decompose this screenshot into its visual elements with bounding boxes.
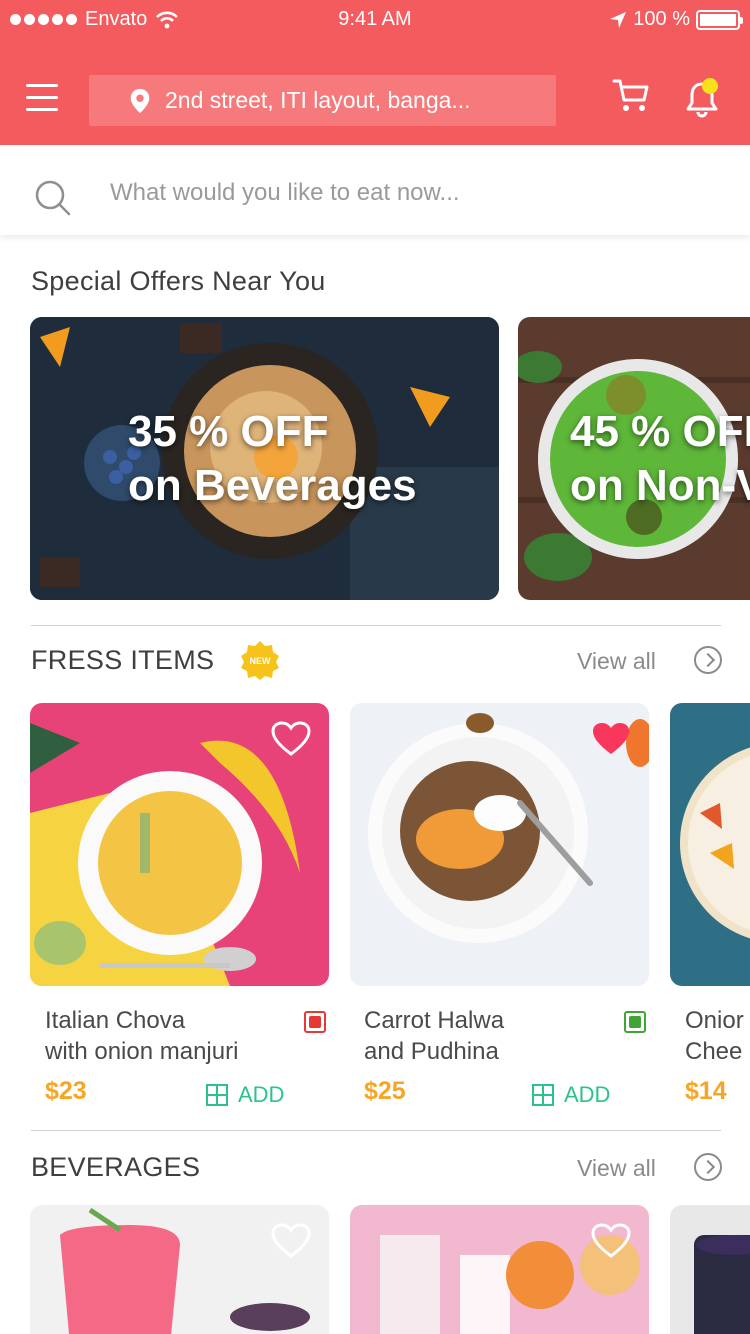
- food-name-line: Onior: [685, 1007, 744, 1034]
- food-price: $25: [364, 1077, 406, 1105]
- add-to-cart-button[interactable]: ADD: [206, 1082, 284, 1108]
- food-price: $14: [685, 1077, 727, 1105]
- offer-discount: 35 % OFF: [128, 407, 329, 456]
- food-name: Italian Chova with onion manjuri: [45, 1005, 295, 1067]
- search-icon: [35, 180, 71, 216]
- menu-button[interactable]: [26, 84, 58, 116]
- offer-text: 45 % OFF on Non-V: [570, 405, 750, 513]
- offer-card[interactable]: 35 % OFF on Beverages: [30, 317, 499, 600]
- add-label: ADD: [238, 1082, 285, 1107]
- food-name: Onior Chee: [685, 1005, 750, 1067]
- new-badge-icon: NEW: [241, 641, 279, 680]
- food-image-onion-cheese: [670, 703, 750, 986]
- status-right: 100 %: [609, 8, 743, 31]
- plus-square-icon: [532, 1084, 554, 1106]
- chevron-right-icon[interactable]: [694, 646, 722, 674]
- favorite-icon[interactable]: [591, 721, 631, 757]
- beverage-card-image[interactable]: [670, 1205, 750, 1334]
- non-veg-indicator-icon: [304, 1011, 326, 1033]
- veg-indicator-icon: [624, 1011, 646, 1033]
- location-text: 2nd street, ITI layout, banga...: [165, 87, 471, 113]
- battery-icon: [696, 9, 743, 30]
- menu-icon: [26, 84, 58, 87]
- food-card-image[interactable]: [350, 703, 649, 986]
- food-card-image[interactable]: [30, 703, 329, 986]
- offer-category: on Beverages: [128, 461, 417, 510]
- plus-square-icon: [206, 1084, 228, 1106]
- battery-label: 100 %: [633, 8, 690, 30]
- food-card-image[interactable]: [670, 703, 750, 986]
- beverage-image-berry-drink: [670, 1205, 750, 1334]
- favorite-icon[interactable]: [591, 1223, 631, 1259]
- add-label: ADD: [564, 1082, 611, 1107]
- offers-title: Special Offers Near You: [31, 266, 326, 296]
- favorite-icon[interactable]: [271, 1223, 311, 1259]
- notifications-button[interactable]: [684, 78, 720, 118]
- search-input[interactable]: [110, 173, 710, 213]
- chevron-right-icon[interactable]: [694, 1153, 722, 1181]
- food-name-line: and Pudhina: [364, 1038, 499, 1065]
- fresh-view-all-link[interactable]: View all: [577, 648, 656, 675]
- offer-discount: 45 % OFF: [570, 407, 750, 456]
- food-name-line: Chee: [685, 1038, 743, 1065]
- location-arrow-icon: [610, 11, 627, 28]
- beverages-view-all-link[interactable]: View all: [577, 1155, 656, 1182]
- beverage-card-image[interactable]: [350, 1205, 649, 1334]
- search-bar: [0, 145, 750, 235]
- add-to-cart-button[interactable]: ADD: [532, 1082, 610, 1108]
- food-name-line: with onion manjuri: [45, 1038, 239, 1065]
- food-name-line: Carrot Halwa: [364, 1007, 505, 1034]
- offer-category: on Non-V: [570, 461, 750, 510]
- offer-card[interactable]: 45 % OFF on Non-V: [518, 317, 750, 600]
- section-divider: [31, 625, 721, 626]
- section-divider: [31, 1130, 721, 1131]
- fresh-items-title: FRESS ITEMS: [31, 645, 215, 675]
- food-name: Carrot Halwa and Pudhina: [364, 1005, 614, 1067]
- beverages-title: BEVERAGES: [31, 1152, 201, 1182]
- cart-icon[interactable]: [612, 78, 650, 114]
- food-price: $23: [45, 1077, 87, 1105]
- app-header: Envato 9:41 AM 100 % 2nd street, ITI lay…: [0, 0, 750, 145]
- favorite-icon[interactable]: [271, 721, 311, 757]
- location-pin-icon: [130, 88, 150, 113]
- food-name-line: Italian Chova: [45, 1007, 186, 1034]
- beverage-card-image[interactable]: [30, 1205, 329, 1334]
- notification-dot: [702, 78, 718, 94]
- status-bar: Envato 9:41 AM 100 %: [0, 0, 750, 40]
- location-selector[interactable]: 2nd street, ITI layout, banga...: [89, 75, 556, 126]
- new-badge-label: NEW: [250, 656, 272, 666]
- offer-text: 35 % OFF on Beverages: [128, 405, 417, 513]
